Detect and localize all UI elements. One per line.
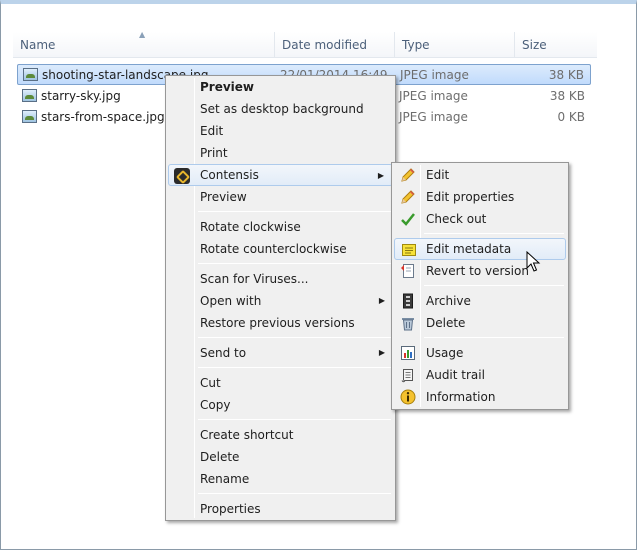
submenu-item-archive[interactable]: Archive — [394, 290, 566, 312]
menu-separator — [424, 285, 564, 286]
archive-icon — [403, 293, 413, 309]
menu-item-cut[interactable]: Cut — [168, 372, 393, 394]
image-file-icon — [22, 89, 37, 102]
menu-item-preview-default[interactable]: Preview — [168, 76, 393, 98]
context-menu: Preview Set as desktop background Edit P… — [165, 75, 396, 521]
menu-item-edit[interactable]: Edit — [168, 120, 393, 142]
scroll-icon — [401, 369, 413, 383]
sort-ascending-icon: ▲ — [139, 30, 146, 39]
menu-item-open-with[interactable]: Open with ▶ — [168, 290, 393, 312]
menu-item-properties[interactable]: Properties — [168, 498, 393, 520]
menu-separator — [198, 211, 391, 212]
submenu-item-edit-properties[interactable]: Edit properties — [394, 186, 566, 208]
info-icon — [400, 389, 416, 405]
file-name: stars-from-space.jpg — [41, 110, 165, 124]
menu-separator — [198, 419, 391, 420]
menu-item-scan-for-viruses[interactable]: Scan for Viruses... — [168, 268, 393, 290]
menu-item-print[interactable]: Print — [168, 142, 393, 164]
submenu-arrow-icon: ▶ — [378, 348, 385, 357]
file-name: starry-sky.jpg — [41, 89, 121, 103]
column-header: Name ▲ Date modified Type Size — [13, 30, 597, 58]
file-type: JPEG image — [400, 68, 469, 82]
menu-item-restore-previous-versions[interactable]: Restore previous versions — [168, 312, 393, 334]
column-size-header[interactable]: Size — [515, 32, 597, 58]
file-size: 38 KB — [549, 89, 585, 103]
submenu-item-edit[interactable]: Edit — [394, 164, 566, 186]
contensis-logo-icon — [174, 168, 190, 184]
menu-item-copy[interactable]: Copy — [168, 394, 393, 416]
mouse-cursor-icon — [526, 251, 541, 272]
menu-item-set-desktop-background[interactable]: Set as desktop background — [168, 98, 393, 120]
pencil-icon — [401, 190, 415, 204]
menu-separator — [198, 493, 391, 494]
submenu-item-check-out[interactable]: Check out — [394, 208, 566, 230]
file-type: JPEG image — [399, 89, 468, 103]
submenu-item-information[interactable]: Information — [394, 386, 566, 408]
submenu-arrow-icon: ▶ — [377, 171, 384, 180]
menu-separator — [198, 263, 391, 264]
menu-separator — [424, 233, 564, 234]
submenu-item-audit-trail[interactable]: Audit trail — [394, 364, 566, 386]
menu-separator — [424, 337, 564, 338]
checkmark-icon — [401, 213, 415, 226]
file-size: 38 KB — [548, 68, 584, 82]
pencil-icon — [401, 168, 415, 182]
column-date-header[interactable]: Date modified — [275, 32, 395, 58]
menu-item-rotate-counterclockwise[interactable]: Rotate counterclockwise — [168, 238, 393, 260]
column-type-header[interactable]: Type — [395, 32, 515, 58]
menu-item-rotate-clockwise[interactable]: Rotate clockwise — [168, 216, 393, 238]
usage-chart-icon — [401, 346, 415, 360]
trash-icon — [402, 318, 414, 331]
file-type: JPEG image — [399, 110, 468, 124]
submenu-arrow-icon: ▶ — [378, 296, 385, 305]
menu-item-send-to[interactable]: Send to ▶ — [168, 342, 393, 364]
menu-separator — [198, 367, 391, 368]
image-file-icon — [22, 110, 37, 123]
submenu-item-usage[interactable]: Usage — [394, 342, 566, 364]
menu-item-preview[interactable]: Preview — [168, 186, 393, 208]
menu-separator — [198, 337, 391, 338]
contensis-submenu: Edit Edit properties Check out Edit meta… — [391, 162, 569, 410]
revert-icon — [401, 264, 414, 278]
menu-item-create-shortcut[interactable]: Create shortcut — [168, 424, 393, 446]
metadata-icon — [402, 244, 416, 256]
menu-item-rename[interactable]: Rename — [168, 468, 393, 490]
image-file-icon — [23, 68, 38, 81]
submenu-item-delete[interactable]: Delete — [394, 312, 566, 334]
file-size: 0 KB — [557, 110, 585, 124]
menu-item-contensis[interactable]: Contensis ▶ — [168, 164, 393, 186]
column-name-header[interactable]: Name ▲ — [13, 30, 275, 58]
menu-item-delete[interactable]: Delete — [168, 446, 393, 468]
